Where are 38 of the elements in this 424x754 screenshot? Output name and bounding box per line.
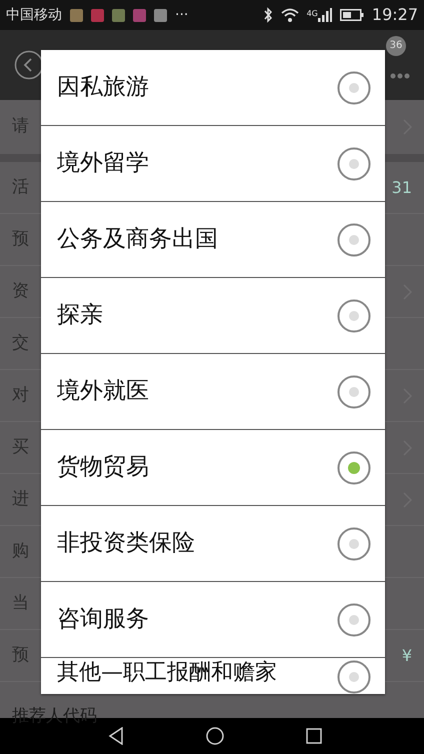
home-icon[interactable] xyxy=(206,727,224,745)
option-label: 境外留学 xyxy=(57,149,149,178)
radio-button[interactable] xyxy=(337,660,371,694)
wifi-icon xyxy=(280,8,299,22)
signal-icon xyxy=(318,8,332,22)
battery-icon xyxy=(340,9,364,21)
option-label: 咨询服务 xyxy=(57,605,149,634)
option-label: 货物贸易 xyxy=(57,453,149,482)
option-label: 探亲 xyxy=(57,301,103,330)
back-icon[interactable] xyxy=(14,50,44,80)
option-label: 境外就医 xyxy=(57,377,149,406)
notification-icon xyxy=(154,8,167,22)
network-type: 4G xyxy=(306,8,318,20)
radio-button[interactable] xyxy=(337,374,371,408)
carrier-name: 中国移动 xyxy=(6,6,62,24)
radio-button[interactable] xyxy=(337,450,371,484)
radio-button[interactable] xyxy=(337,298,371,332)
option-label: 其他—职工报酬和赡家 xyxy=(57,660,277,686)
notification-icon xyxy=(70,8,83,22)
radio-button[interactable] xyxy=(337,146,371,180)
clock-time: 19:27 xyxy=(372,4,418,26)
more-icon[interactable] xyxy=(390,73,410,79)
back-icon[interactable] xyxy=(108,727,124,745)
field-value: ¥ xyxy=(402,644,412,666)
field-value: 31 xyxy=(392,176,412,198)
notification-icon xyxy=(112,8,125,22)
recent-apps-icon[interactable] xyxy=(306,728,322,744)
radio-button[interactable] xyxy=(337,70,371,104)
bluetooth-icon xyxy=(262,7,273,23)
option-label: 非投资类保险 xyxy=(57,529,195,558)
radio-button[interactable] xyxy=(337,222,371,256)
radio-button[interactable] xyxy=(337,602,371,636)
notification-icon xyxy=(133,8,146,22)
more-notifications: ··· xyxy=(175,6,188,24)
notification-icon xyxy=(91,8,104,22)
radio-button[interactable] xyxy=(337,526,371,560)
option-label: 公务及商务出国 xyxy=(57,225,218,254)
option-label: 因私旅游 xyxy=(57,73,149,102)
